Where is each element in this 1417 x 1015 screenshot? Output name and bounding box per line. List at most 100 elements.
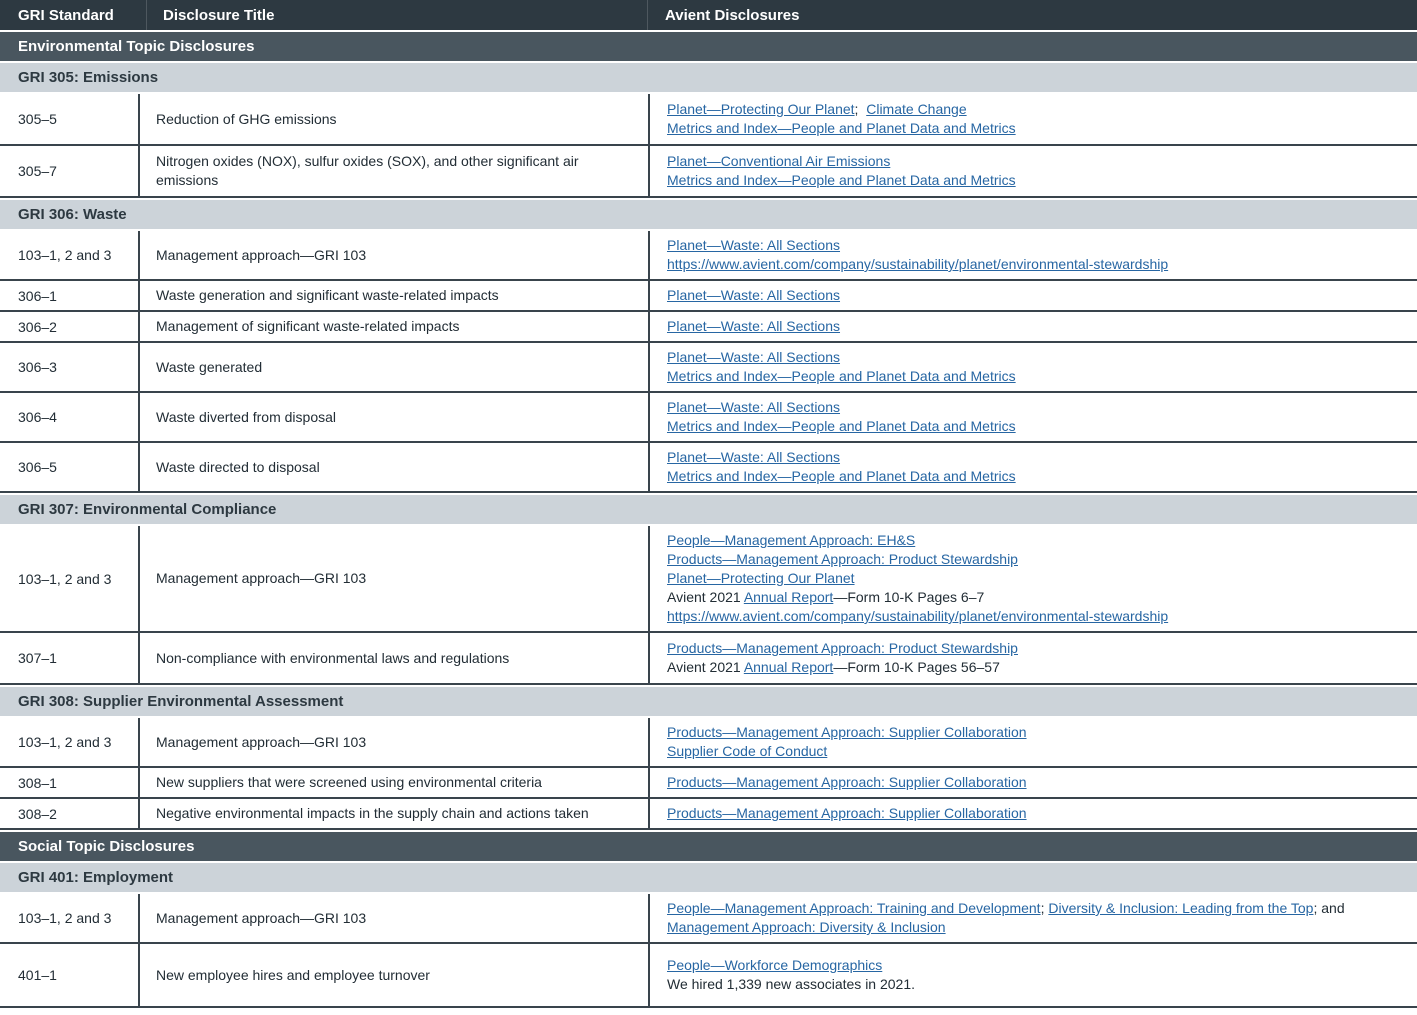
disclosure-link[interactable]: Products—Management Approach: Product St… — [667, 640, 1018, 656]
gri-standard-cell: 306–1 — [0, 281, 140, 310]
disclosure-link[interactable]: Annual Report — [744, 659, 834, 675]
disclosure-title-cell: Non-compliance with environmental laws a… — [140, 633, 650, 683]
column-header-gri-standard: GRI Standard — [0, 0, 147, 30]
subsection-header: GRI 307: Environmental Compliance — [0, 495, 1417, 524]
disclosure-link[interactable]: Metrics and Index—People and Planet Data… — [667, 120, 1016, 136]
disclosure-line: People—Management Approach: Training and… — [667, 899, 1407, 918]
disclosure-link[interactable]: Climate Change — [866, 101, 966, 117]
table-row: 103–1, 2 and 3Management approach—GRI 10… — [0, 718, 1417, 768]
subsection-header: GRI 401: Employment — [0, 863, 1417, 892]
disclosure-link[interactable]: People—Management Approach: EH&S — [667, 532, 915, 548]
disclosure-line: Planet—Waste: All Sections — [667, 348, 1407, 367]
disclosure-title-cell: Waste diverted from disposal — [140, 393, 650, 441]
avient-disclosures-cell: Planet—Conventional Air Emissions Metrics… — [650, 146, 1417, 196]
disclosure-link[interactable]: Annual Report — [744, 589, 834, 605]
disclosure-title-cell: Reduction of GHG emissions — [140, 94, 650, 144]
gri-disclosure-table: GRI Standard Disclosure Title Avient Dis… — [0, 0, 1417, 1008]
disclosure-link[interactable]: Management Approach: Diversity & Inclusi… — [667, 919, 946, 935]
disclosure-line: Products—Management Approach: Product St… — [667, 550, 1407, 569]
disclosure-line: Planet—Protecting Our Planet; Climate Ch… — [667, 100, 1407, 119]
disclosure-link[interactable]: Products—Management Approach: Product St… — [667, 551, 1018, 567]
disclosure-link[interactable]: Diversity & Inclusion: Leading from the … — [1048, 900, 1313, 916]
disclosure-link[interactable]: https://www.avient.com/company/sustainab… — [667, 256, 1168, 272]
disclosure-link[interactable]: Planet—Protecting Our Planet — [667, 101, 855, 117]
gri-standard-cell: 307–1 — [0, 633, 140, 683]
disclosure-text: We hired 1,339 new associates in 2021. — [667, 976, 915, 992]
disclosure-line: Avient 2021 Annual Report—Form 10-K Page… — [667, 588, 1407, 607]
disclosure-link[interactable]: Supplier Code of Conduct — [667, 743, 827, 759]
disclosure-title-cell: Management approach—GRI 103 — [140, 526, 650, 631]
avient-disclosures-cell: Products—Management Approach: Supplier C… — [650, 799, 1417, 828]
table-row: 103–1, 2 and 3Management approach—GRI 10… — [0, 526, 1417, 633]
avient-disclosures-cell: People—Management Approach: EH&S Products… — [650, 526, 1417, 631]
avient-disclosures-cell: Planet—Waste: All Sections Metrics and In… — [650, 393, 1417, 441]
disclosure-line: Planet—Protecting Our Planet — [667, 569, 1407, 588]
disclosure-title-cell: Management approach—GRI 103 — [140, 231, 650, 279]
avient-disclosures-cell: Products—Management Approach: Supplier C… — [650, 718, 1417, 766]
disclosure-line: Metrics and Index—People and Planet Data… — [667, 119, 1407, 138]
avient-disclosures-cell: People—Workforce Demographics We hired 1,… — [650, 944, 1417, 1006]
disclosure-line: Products—Management Approach: Product St… — [667, 639, 1407, 658]
disclosure-line: Products—Management Approach: Supplier C… — [667, 804, 1407, 823]
table-row: 306–3Waste generatedPlanet—Waste: All Se… — [0, 343, 1417, 393]
disclosure-link[interactable]: Planet—Waste: All Sections — [667, 449, 840, 465]
table-row: 306–1Waste generation and significant wa… — [0, 281, 1417, 312]
disclosure-link[interactable]: Metrics and Index—People and Planet Data… — [667, 418, 1016, 434]
gri-standard-cell: 401–1 — [0, 944, 140, 1006]
disclosure-line: Planet—Waste: All Sections — [667, 236, 1407, 255]
disclosure-line: Planet—Waste: All Sections — [667, 448, 1407, 467]
disclosure-line: Planet—Waste: All Sections — [667, 398, 1407, 417]
gri-standard-cell: 305–7 — [0, 146, 140, 196]
gri-standard-cell: 308–2 — [0, 799, 140, 828]
disclosure-text: —Form 10-K Pages 6–7 — [833, 589, 984, 605]
disclosure-line: https://www.avient.com/company/sustainab… — [667, 255, 1407, 274]
table-row: 103–1, 2 and 3Management approach—GRI 10… — [0, 231, 1417, 281]
disclosure-title-cell: Negative environmental impacts in the su… — [140, 799, 650, 828]
disclosure-link[interactable]: Planet—Conventional Air Emissions — [667, 153, 890, 169]
disclosure-link[interactable]: People—Workforce Demographics — [667, 957, 882, 973]
disclosure-link[interactable]: Metrics and Index—People and Planet Data… — [667, 468, 1016, 484]
table-row: 308–2Negative environmental impacts in t… — [0, 799, 1417, 830]
disclosure-link[interactable]: Metrics and Index—People and Planet Data… — [667, 368, 1016, 384]
disclosure-line: Management Approach: Diversity & Inclusi… — [667, 918, 1407, 937]
disclosure-text: —Form 10-K Pages 56–57 — [833, 659, 1000, 675]
disclosure-link[interactable]: Products—Management Approach: Supplier C… — [667, 724, 1027, 740]
disclosure-link[interactable]: Planet—Waste: All Sections — [667, 349, 840, 365]
gri-standard-cell: 103–1, 2 and 3 — [0, 526, 140, 631]
disclosure-line: Supplier Code of Conduct — [667, 742, 1407, 761]
avient-disclosures-cell: Planet—Waste: All Sections Metrics and In… — [650, 343, 1417, 391]
disclosure-text: ; and — [1313, 900, 1344, 916]
disclosure-line: People—Management Approach: EH&S — [667, 531, 1407, 550]
column-header-avient-disclosures: Avient Disclosures — [648, 0, 1417, 30]
subsection-header: GRI 308: Supplier Environmental Assessme… — [0, 687, 1417, 716]
table-row: 305–5Reduction of GHG emissionsPlanet—Pr… — [0, 94, 1417, 146]
disclosure-link[interactable]: Products—Management Approach: Supplier C… — [667, 805, 1027, 821]
disclosure-text: Avient 2021 — [667, 589, 744, 605]
disclosure-line: Planet—Waste: All Sections — [667, 286, 1407, 305]
avient-disclosures-cell: Planet—Protecting Our Planet; Climate Ch… — [650, 94, 1417, 144]
disclosure-title-cell: Waste directed to disposal — [140, 443, 650, 491]
disclosure-link[interactable]: Metrics and Index—People and Planet Data… — [667, 172, 1016, 188]
disclosure-link[interactable]: https://www.avient.com/company/sustainab… — [667, 608, 1168, 624]
section-header: Social Topic Disclosures — [0, 832, 1417, 861]
disclosure-link[interactable]: People—Management Approach: Training and… — [667, 900, 1041, 916]
row-group: 103–1, 2 and 3Management approach—GRI 10… — [0, 894, 1417, 1008]
disclosure-link[interactable]: Products—Management Approach: Supplier C… — [667, 774, 1027, 790]
gri-standard-cell: 306–2 — [0, 312, 140, 341]
table-row: 306–2Management of significant waste-rel… — [0, 312, 1417, 343]
disclosure-link[interactable]: Planet—Protecting Our Planet — [667, 570, 855, 586]
disclosure-link[interactable]: Planet—Waste: All Sections — [667, 237, 840, 253]
disclosure-line: We hired 1,339 new associates in 2021. — [667, 975, 1407, 994]
table-header-row: GRI Standard Disclosure Title Avient Dis… — [0, 0, 1417, 30]
gri-standard-cell: 306–4 — [0, 393, 140, 441]
disclosure-link[interactable]: Planet—Waste: All Sections — [667, 399, 840, 415]
disclosure-title-cell: Waste generated — [140, 343, 650, 391]
disclosure-line: Metrics and Index—People and Planet Data… — [667, 467, 1407, 486]
table-row: 306–4Waste diverted from disposalPlanet—… — [0, 393, 1417, 443]
table-row: 103–1, 2 and 3Management approach—GRI 10… — [0, 894, 1417, 944]
disclosure-link[interactable]: Planet—Waste: All Sections — [667, 287, 840, 303]
column-header-disclosure-title: Disclosure Title — [147, 0, 648, 30]
table-row: 307–1Non-compliance with environmental l… — [0, 633, 1417, 685]
disclosure-link[interactable]: Planet—Waste: All Sections — [667, 318, 840, 334]
table-row: 306–5Waste directed to disposalPlanet—Wa… — [0, 443, 1417, 493]
